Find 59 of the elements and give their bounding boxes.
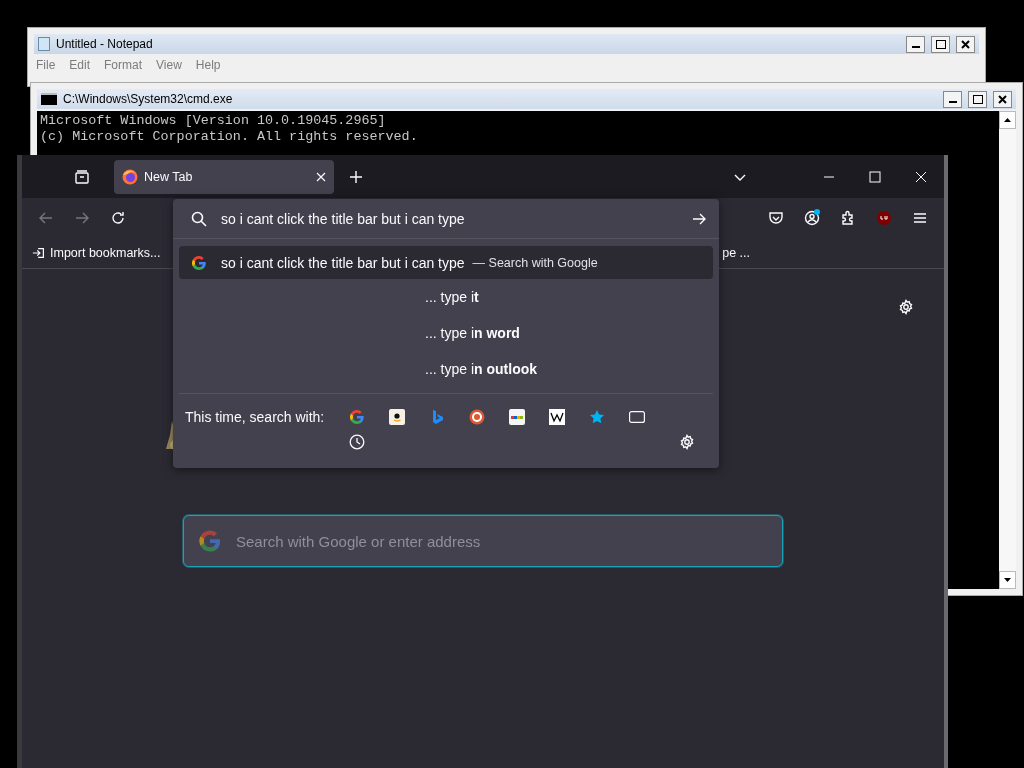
menu-item[interactable]: View bbox=[156, 58, 182, 72]
google-icon bbox=[191, 254, 207, 271]
console-line: Microsoft Windows [Version 10.0.19045.2965] bbox=[40, 113, 387, 129]
google-icon bbox=[198, 529, 222, 553]
scroll-down-button[interactable] bbox=[999, 571, 1016, 589]
search-with-label: This time, search with: bbox=[185, 409, 326, 425]
suggestion-row[interactable]: so i cant click the title bar but i can type — Search with Google bbox=[179, 246, 713, 279]
up-arrow-icon bbox=[1004, 118, 1011, 122]
maximize-button[interactable] bbox=[968, 90, 987, 108]
close-icon bbox=[961, 39, 970, 49]
bookmark-item[interactable]: Import bookmarks... bbox=[32, 246, 161, 260]
close-button[interactable] bbox=[956, 35, 975, 53]
close-button[interactable] bbox=[993, 90, 1012, 108]
wikipedia-icon[interactable] bbox=[549, 409, 565, 425]
console-icon bbox=[41, 93, 57, 105]
down-arrow-icon bbox=[1004, 578, 1011, 582]
history-icon[interactable] bbox=[349, 434, 365, 450]
window-title: Untitled - Notepad bbox=[56, 37, 154, 51]
bookmark-item[interactable]: pe ... bbox=[722, 246, 750, 260]
menu-item[interactable]: Edit bbox=[69, 58, 91, 72]
menu-item[interactable]: File bbox=[36, 58, 56, 72]
console-line: (c) Microsoft Corporation. All rights reserved. bbox=[40, 129, 419, 145]
search-icon bbox=[191, 210, 207, 227]
minimize-button[interactable] bbox=[943, 90, 962, 108]
notepad-icon bbox=[38, 37, 50, 51]
maximize-icon bbox=[972, 94, 983, 104]
search-field[interactable]: Search with Google or enter address bbox=[183, 515, 783, 567]
suggestion-text: so i cant click the title bar but i can type bbox=[221, 254, 465, 271]
suggestion-text: ... type in outlook bbox=[424, 361, 538, 377]
maximize-button[interactable] bbox=[931, 35, 950, 53]
suggestion-row[interactable]: ... type in outlook bbox=[179, 351, 713, 387]
suggestion-text: ... type in word bbox=[424, 325, 520, 341]
suggestion-text: ... type it bbox=[424, 289, 479, 305]
scroll-up-button[interactable] bbox=[999, 111, 1016, 129]
amazon-icon[interactable] bbox=[389, 409, 405, 425]
suggestion-action: — Search with Google bbox=[472, 255, 598, 270]
browser-tab[interactable]: New Tab bbox=[114, 159, 334, 194]
import-icon bbox=[32, 246, 46, 260]
ebay-icon[interactable] bbox=[509, 409, 525, 425]
minimize-button[interactable] bbox=[906, 35, 925, 53]
notification-dot-icon bbox=[814, 209, 820, 215]
window-title: C:\Windows\System32\cmd.exe bbox=[63, 92, 234, 106]
minimize-icon bbox=[824, 175, 834, 178]
close-icon bbox=[998, 94, 1007, 104]
account-icon bbox=[804, 210, 820, 226]
plus-icon bbox=[348, 168, 364, 185]
google-icon[interactable] bbox=[349, 409, 365, 425]
suggestion-row[interactable]: ... type in word bbox=[179, 315, 713, 351]
maximize-icon bbox=[867, 168, 883, 185]
close-icon[interactable] bbox=[316, 171, 326, 182]
menu-item[interactable]: Format bbox=[104, 58, 143, 72]
suggestion-row[interactable]: ... type it bbox=[179, 279, 713, 315]
scrollbar[interactable] bbox=[999, 111, 1016, 589]
settings-icon[interactable] bbox=[679, 434, 695, 450]
menu-item[interactable]: Help bbox=[195, 58, 221, 72]
maximize-icon bbox=[935, 39, 946, 49]
star-icon[interactable] bbox=[589, 409, 605, 425]
tab-icon[interactable] bbox=[629, 411, 645, 423]
browser-logo-icon bbox=[122, 168, 138, 185]
